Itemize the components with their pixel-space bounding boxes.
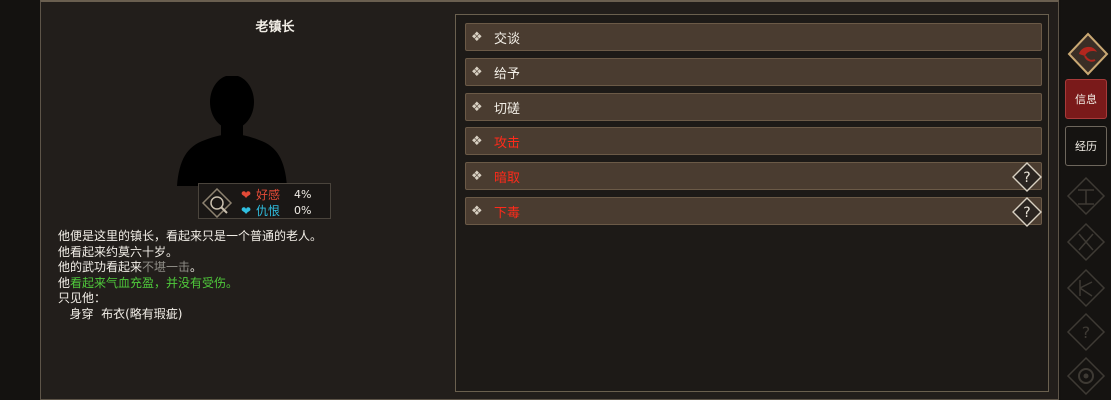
hate-value: 0%: [294, 204, 312, 217]
svg-text:?: ?: [1023, 170, 1030, 186]
favor-label: 好感: [256, 188, 281, 202]
diamond-bullet-icon: ❖: [471, 64, 483, 80]
martial-level-line: 他的武功看起来不堪一击。: [58, 260, 322, 276]
martial-suffix: 。: [190, 260, 203, 274]
equipment-line: 身穿 布衣(略有瑕疵): [58, 306, 183, 321]
poison-label: 下毒: [494, 205, 521, 221]
diamond-bullet-icon: ❖: [471, 99, 483, 115]
heart-icon: ❤: [241, 187, 252, 202]
health-status: 看起来气血充盈，并没有受伤。: [70, 275, 239, 290]
poison-button[interactable]: ❖ 下毒 ?: [465, 197, 1042, 227]
steal-button[interactable]: ❖ 暗取 ?: [465, 162, 1042, 192]
scroll-emblem-icon: [201, 188, 233, 218]
talk-label: 交谈: [494, 31, 521, 47]
diamond-bullet-icon: ❖: [471, 203, 483, 219]
question-diamond-icon[interactable]: ?: [1012, 162, 1042, 192]
give-button[interactable]: ❖ 给予: [465, 58, 1042, 86]
martial-arts-tab-icon[interactable]: [1066, 222, 1106, 262]
svg-text:?: ?: [1023, 205, 1030, 221]
martial-level: 不堪一击: [142, 260, 191, 274]
diamond-bullet-icon: ❖: [471, 168, 483, 184]
svg-text:?: ?: [1082, 323, 1091, 342]
question-diamond-icon[interactable]: ?: [1012, 197, 1042, 227]
relation-panel: ❤ 好感 4% ❤ 仇恨 0%: [198, 183, 331, 219]
spar-button[interactable]: ❖ 切磋: [465, 93, 1042, 121]
diamond-bullet-icon: ❖: [471, 133, 483, 149]
description-line: 他看起来约莫六十岁。: [58, 244, 179, 259]
steal-label: 暗取: [494, 170, 521, 186]
hate-label: 仇恨: [256, 204, 281, 218]
description-line: 他便是这里的镇长，看起来只是一个普通的老人。: [58, 229, 323, 243]
right-sidebar: 信息 经历 ?: [1061, 0, 1111, 400]
health-prefix: 他: [58, 275, 71, 290]
spar-label: 切磋: [494, 101, 521, 117]
health-line: 他看起来气血充盈，并没有受伤。: [58, 276, 322, 292]
heart-icon: ❤: [241, 203, 252, 218]
tab-info[interactable]: 信息: [1065, 79, 1107, 119]
talk-button[interactable]: ❖ 交谈: [465, 23, 1042, 51]
give-label: 给予: [494, 66, 521, 82]
work-tab-icon[interactable]: [1066, 176, 1106, 216]
martial-prefix: 他的武功看起来: [58, 260, 143, 274]
description-line: 只见他：: [58, 291, 107, 305]
npc-avatar-icon[interactable]: [1067, 32, 1109, 76]
npc-name: 老镇长: [255, 20, 295, 35]
sect-tab-icon[interactable]: [1066, 268, 1106, 308]
attack-button[interactable]: ❖ 攻击: [465, 127, 1042, 155]
favor-row: ❤ 好感 4%: [241, 186, 311, 203]
favor-value: 4%: [294, 188, 312, 201]
help-tab-icon[interactable]: ?: [1066, 312, 1106, 352]
tab-history[interactable]: 经历: [1065, 126, 1107, 166]
npc-portrait-silhouette: [177, 76, 287, 186]
attack-label: 攻击: [494, 135, 521, 151]
hate-row: ❤ 仇恨 0%: [241, 202, 311, 219]
settings-gear-icon[interactable]: [1066, 356, 1106, 396]
diamond-bullet-icon: ❖: [471, 29, 483, 45]
npc-description: 他便是这里的镇长，看起来只是一个普通的老人。 他看起来约莫六十岁。 他的武功看起…: [58, 229, 322, 322]
